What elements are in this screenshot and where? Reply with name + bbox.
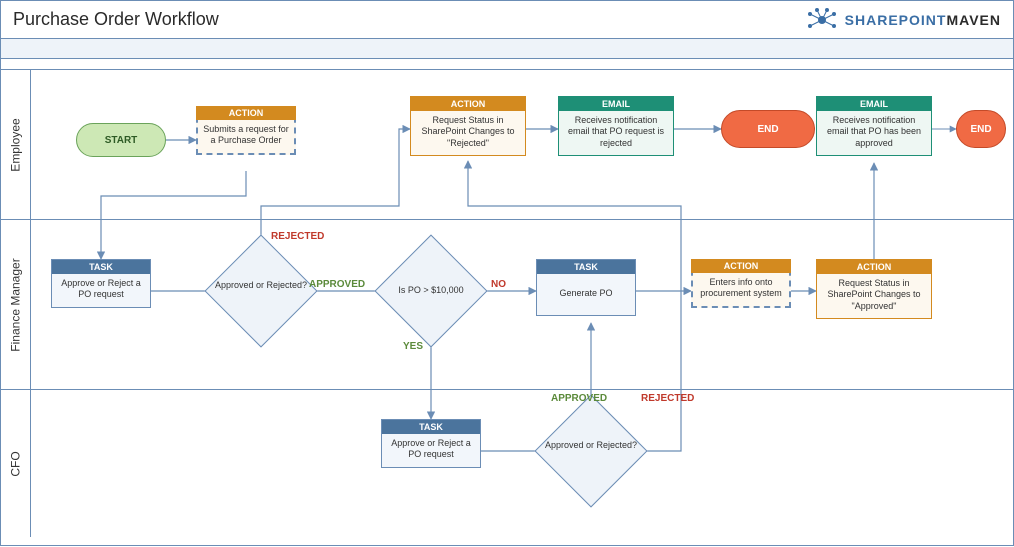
edge-label-no: NO — [491, 279, 506, 290]
logo-dots-icon — [805, 7, 839, 33]
email-body: Receives notification email that PO requ… — [559, 111, 673, 155]
diagram-page: Purchase Order Workflow — [0, 0, 1014, 546]
start-node: START — [76, 123, 166, 157]
decision-fm-label: Approved or Rejected? — [206, 280, 316, 291]
title-bar: Purchase Order Workflow — [1, 1, 1013, 39]
email-po-approved: EMAIL Receives notification email that P… — [816, 96, 932, 156]
lane-label-employee: Employee — [1, 69, 31, 219]
sharepointmaven-logo: SHAREPOINTMAVEN — [805, 7, 1001, 33]
email-header: EMAIL — [817, 97, 931, 111]
task-body: Approve or Reject a PO request — [52, 274, 150, 307]
task-body: Generate PO — [554, 274, 617, 315]
action-header: ACTION — [691, 259, 791, 273]
task-header: TASK — [382, 420, 480, 434]
end-node-approved: END — [956, 110, 1006, 148]
logo-text-sharepoint: SHAREPOINT — [845, 12, 947, 28]
edge-label-rejected-fm: REJECTED — [271, 231, 324, 242]
action-enter-procurement: ACTION Enters info onto procurement syst… — [691, 259, 791, 308]
task-body: Approve or Reject a PO request — [382, 434, 480, 467]
edge-label-yes: YES — [403, 341, 423, 352]
task-fm-approve-reject: TASK Approve or Reject a PO request — [51, 259, 151, 308]
email-body: Receives notification email that PO has … — [817, 111, 931, 155]
header-strip — [1, 39, 1013, 59]
action-header: ACTION — [196, 106, 296, 120]
email-header: EMAIL — [559, 97, 673, 111]
lane-label-cfo: CFO — [1, 389, 31, 537]
end-node-rejected: END — [721, 110, 815, 148]
edge-label-approved-cfo: APPROVED — [551, 393, 607, 404]
action-header: ACTION — [411, 97, 525, 111]
decision-cfo-label: Approved or Rejected? — [536, 440, 646, 451]
action-body: Request Status in SharePoint Changes to … — [817, 274, 931, 318]
action-body: Submits a request for a Purchase Order — [198, 120, 294, 153]
action-submit-po-request: ACTION Submits a request for a Purchase … — [196, 106, 296, 155]
edge-label-approved-fm: APPROVED — [309, 279, 365, 290]
action-header: ACTION — [817, 260, 931, 274]
action-status-rejected: ACTION Request Status in SharePoint Chan… — [410, 96, 526, 156]
logo-text-maven: MAVEN — [946, 12, 1001, 28]
lane-label-finance-manager: Finance Manager — [1, 219, 31, 389]
action-body: Enters info onto procurement system — [693, 273, 789, 306]
action-body: Request Status in SharePoint Changes to … — [411, 111, 525, 155]
email-po-rejected: EMAIL Receives notification email that P… — [558, 96, 674, 156]
task-generate-po: TASK Generate PO — [536, 259, 636, 316]
lane-area-cfo — [31, 389, 1013, 537]
edge-label-rejected-cfo: REJECTED — [641, 393, 694, 404]
task-header: TASK — [537, 260, 635, 274]
decision-amount-label: Is PO > $10,000 — [376, 285, 486, 296]
page-title: Purchase Order Workflow — [13, 9, 219, 30]
task-cfo-approve-reject: TASK Approve or Reject a PO request — [381, 419, 481, 468]
action-status-approved: ACTION Request Status in SharePoint Chan… — [816, 259, 932, 319]
task-header: TASK — [52, 260, 150, 274]
